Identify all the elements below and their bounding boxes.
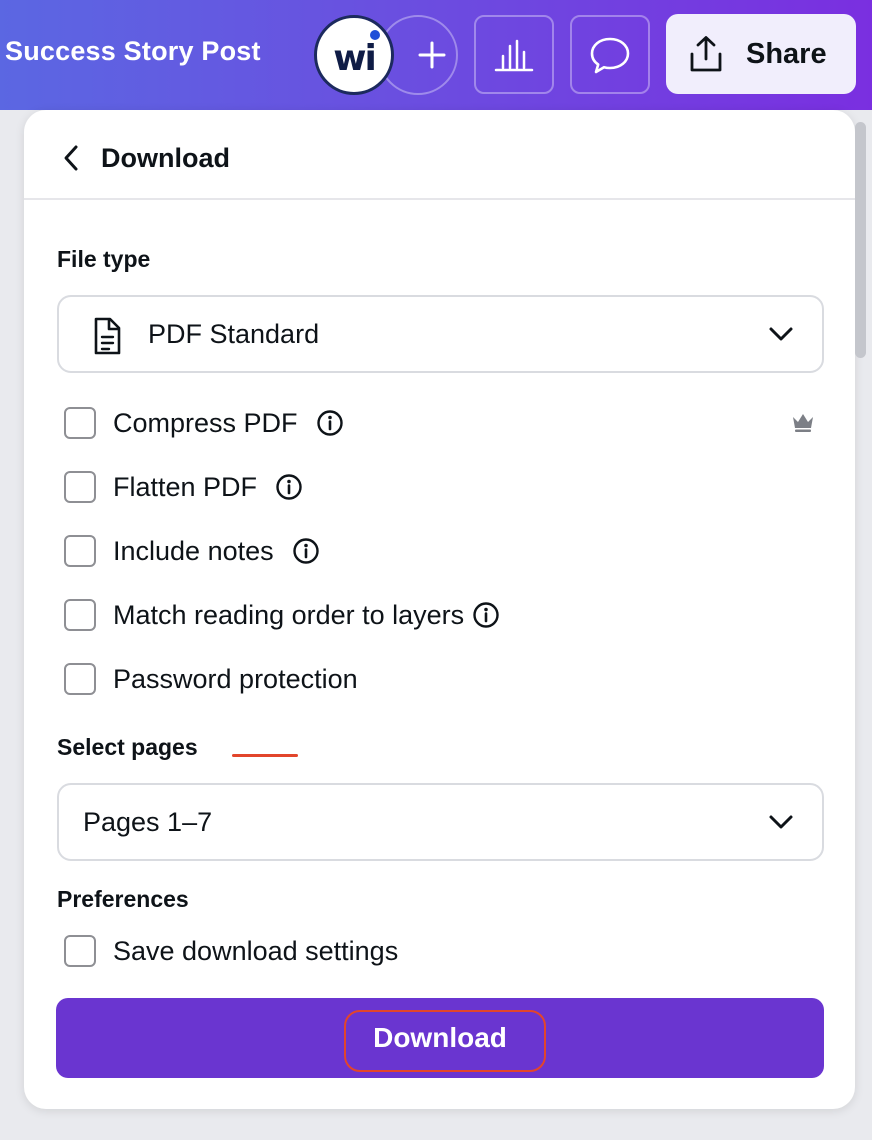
info-icon[interactable] bbox=[316, 409, 344, 437]
save-download-settings-option[interactable]: Save download settings bbox=[64, 934, 398, 968]
flatten-pdf-option[interactable]: Flatten PDF bbox=[64, 470, 303, 504]
select-pages-dropdown[interactable]: Pages 1–7 bbox=[57, 783, 824, 861]
comment-icon bbox=[590, 37, 630, 73]
download-button[interactable]: Download bbox=[56, 998, 824, 1078]
panel-scrollbar[interactable] bbox=[855, 122, 866, 358]
info-icon[interactable] bbox=[275, 473, 303, 501]
chevron-left-icon[interactable] bbox=[60, 144, 82, 172]
info-icon[interactable] bbox=[472, 601, 500, 629]
chevron-down-icon bbox=[769, 815, 793, 829]
compress-pdf-option[interactable]: Compress PDF bbox=[64, 406, 344, 440]
editor-topbar: Success Story Post wi Share bbox=[0, 0, 872, 110]
share-upload-icon bbox=[690, 36, 722, 72]
chevron-down-icon bbox=[769, 327, 793, 341]
plus-icon bbox=[418, 41, 446, 69]
document-icon bbox=[94, 317, 121, 355]
match-reading-order-label: Match reading order to layers bbox=[113, 599, 465, 630]
select-pages-label: Select pages bbox=[57, 734, 198, 760]
include-notes-option[interactable]: Include notes bbox=[64, 534, 320, 568]
analytics-icon bbox=[494, 39, 534, 71]
password-protection-option[interactable]: Password protection bbox=[64, 662, 358, 696]
online-status-dot bbox=[370, 30, 380, 40]
annotation-underline bbox=[232, 754, 298, 757]
share-button-label: Share bbox=[746, 37, 827, 70]
select-pages-value: Pages 1–7 bbox=[83, 807, 213, 837]
password-protection-checkbox[interactable] bbox=[64, 663, 96, 695]
flatten-pdf-checkbox[interactable] bbox=[64, 471, 96, 503]
file-type-select[interactable]: PDF Standard bbox=[57, 295, 824, 373]
share-button[interactable]: Share bbox=[666, 14, 856, 94]
save-download-settings-checkbox[interactable] bbox=[64, 935, 96, 967]
match-reading-order-checkbox[interactable] bbox=[64, 599, 96, 631]
analytics-button[interactable] bbox=[474, 15, 554, 94]
annotation-highlight-box bbox=[344, 1010, 546, 1072]
document-title[interactable]: Success Story Post bbox=[5, 36, 261, 67]
panel-header: Download bbox=[24, 110, 855, 200]
premium-crown-icon bbox=[793, 414, 813, 432]
include-notes-label: Include notes bbox=[113, 535, 274, 566]
file-type-label: File type bbox=[57, 246, 151, 272]
compress-pdf-checkbox[interactable] bbox=[64, 407, 96, 439]
avatar[interactable]: wi bbox=[314, 15, 394, 95]
compress-pdf-label: Compress PDF bbox=[113, 407, 298, 438]
panel-title: Download bbox=[101, 143, 230, 173]
preferences-label: Preferences bbox=[57, 886, 189, 912]
flatten-pdf-label: Flatten PDF bbox=[113, 471, 258, 502]
match-reading-order-option[interactable]: Match reading order to layers bbox=[64, 598, 500, 632]
save-download-settings-label: Save download settings bbox=[113, 935, 399, 966]
file-type-value: PDF Standard bbox=[148, 319, 320, 349]
include-notes-checkbox[interactable] bbox=[64, 535, 96, 567]
download-panel: Download File type PDF Standard Compress… bbox=[24, 110, 855, 1109]
password-protection-label: Password protection bbox=[113, 663, 358, 694]
avatar-initials: wi bbox=[333, 37, 377, 79]
info-icon[interactable] bbox=[292, 537, 320, 565]
comments-button[interactable] bbox=[570, 15, 650, 94]
